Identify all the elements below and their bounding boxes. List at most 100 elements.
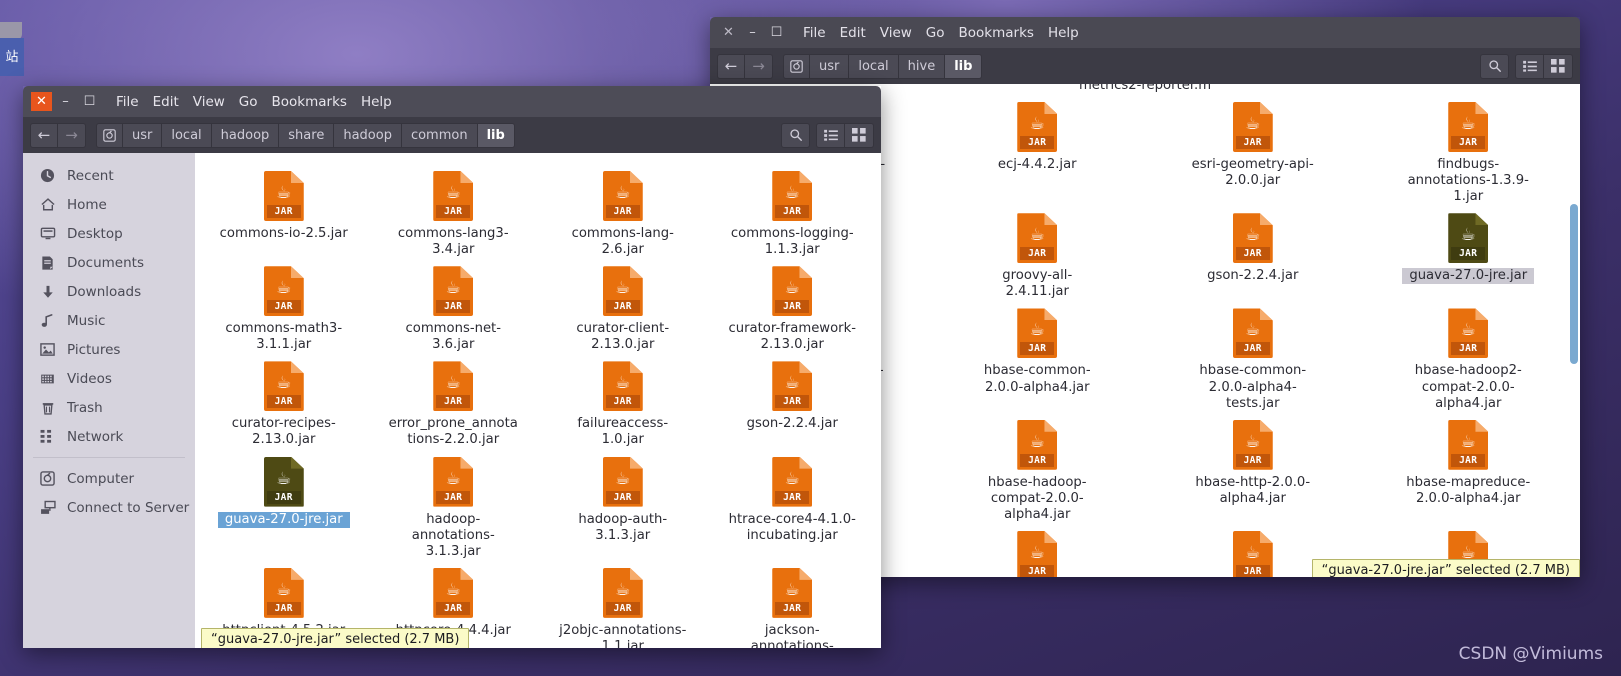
window1-menu-go[interactable]: Go bbox=[239, 94, 258, 110]
window1-menu-view[interactable]: View bbox=[193, 94, 225, 110]
file-item[interactable]: ☕ JAR hbase-common-2.0.0-alpha4.jar bbox=[930, 300, 1146, 411]
window2-maximize-button[interactable]: ☐ bbox=[766, 23, 787, 42]
window2-grid-view-icon[interactable] bbox=[1544, 53, 1573, 79]
window2-toolbar[interactable]: ← → usr local hive lib bbox=[710, 48, 1580, 84]
window2-breadcrumb[interactable]: usr local hive lib bbox=[783, 53, 983, 79]
window1-breadcrumb-lib[interactable]: lib bbox=[477, 122, 515, 148]
file-item[interactable]: ☕ JAR guava-27.0-jre.jar bbox=[1361, 205, 1577, 300]
file-item[interactable]: ☕ JAR hadoop-annotations-3.1.3.jar bbox=[369, 449, 539, 560]
file-item[interactable]: ☕ JAR error_prone_annotations-2.2.0.jar bbox=[369, 353, 539, 448]
window1-file-grid[interactable]: ☕ JAR commons-io-2.5.jar ☕ JAR commons-lang3-… bbox=[195, 153, 881, 648]
sidebar-item-downloads[interactable]: Downloads bbox=[23, 277, 195, 306]
window2-menu-edit[interactable]: Edit bbox=[840, 25, 866, 41]
sidebar-item-desktop[interactable]: Desktop bbox=[23, 219, 195, 248]
window1-menu-file[interactable]: File bbox=[116, 94, 139, 110]
window1-minimize-button[interactable]: – bbox=[55, 92, 76, 111]
file-item[interactable]: ☕ JAR curator-recipes-2.13.0.jar bbox=[199, 353, 369, 448]
window1-breadcrumb-hadoop[interactable]: hadoop bbox=[211, 122, 280, 148]
file-item[interactable]: ☕ JAR gson-2.2.4.jar bbox=[708, 353, 878, 448]
sidebar-item-home[interactable]: Home bbox=[23, 190, 195, 219]
window2-scrollbar-thumb[interactable] bbox=[1570, 204, 1578, 364]
file-item[interactable]: ☕ JAR ecj-4.4.2.jar bbox=[930, 94, 1146, 205]
window1-grid-view-icon[interactable] bbox=[845, 122, 874, 148]
window1-titlebar[interactable]: ✕ – ☐ File Edit View Go Bookmarks Help bbox=[23, 86, 881, 117]
sidebar-item-music[interactable]: Music bbox=[23, 306, 195, 335]
window2-search-icon[interactable] bbox=[1480, 53, 1509, 79]
launcher-site-icon[interactable]: 站 bbox=[0, 38, 24, 76]
window2-breadcrumb-hive[interactable]: hive bbox=[898, 53, 946, 79]
window1-back-button[interactable]: ← bbox=[30, 122, 58, 148]
window1-breadcrumb-common[interactable]: common bbox=[401, 122, 478, 148]
window1-breadcrumb-computer-icon[interactable] bbox=[96, 122, 123, 148]
file-item[interactable]: ☕ JAR curator-framework-2.13.0.jar bbox=[708, 258, 878, 353]
file-item[interactable]: ☕ JAR htrace-core4-4.1.0-incubating.jar bbox=[708, 449, 878, 560]
file-item[interactable]: ☕ JAR commons-logging-1.1.3.jar bbox=[708, 163, 878, 258]
file-item[interactable]: ☕ JAR hbase-hadoop-compat-2.0.0-alpha4.jar bbox=[930, 412, 1146, 523]
window2-forward-button[interactable]: → bbox=[745, 53, 773, 79]
window1-maximize-button[interactable]: ☐ bbox=[79, 92, 100, 111]
window2-list-view-icon[interactable] bbox=[1515, 53, 1544, 79]
file-item[interactable]: ☕ JAR curator-client-2.13.0.jar bbox=[538, 258, 708, 353]
window1-file-area[interactable]: ☕ JAR commons-io-2.5.jar ☕ JAR commons-lang3-… bbox=[195, 153, 881, 648]
window1-breadcrumb-share[interactable]: share bbox=[279, 122, 335, 148]
sidebar-item-connect-to-server[interactable]: Connect to Server bbox=[23, 493, 195, 522]
file-item[interactable]: ☕ JAR guava-27.0-jre.jar bbox=[199, 449, 369, 560]
window2-back-button[interactable]: ← bbox=[717, 53, 745, 79]
window1-menu-help[interactable]: Help bbox=[361, 94, 392, 110]
window2-breadcrumb-usr[interactable]: usr bbox=[810, 53, 850, 79]
file-item[interactable]: ☕ JAR hadoop-auth-3.1.3.jar bbox=[538, 449, 708, 560]
file-item[interactable]: ☕ JAR esri-geometry-api-2.0.0.jar bbox=[1145, 94, 1361, 205]
window1-search-icon[interactable] bbox=[781, 122, 810, 148]
file-item[interactable]: ☕JARhbase-metrics-api- bbox=[930, 523, 1146, 577]
window2-breadcrumb-local[interactable]: local bbox=[849, 53, 899, 79]
window1-view-toggle[interactable] bbox=[816, 122, 874, 148]
file-item[interactable]: ☕ JAR commons-net-3.6.jar bbox=[369, 258, 539, 353]
window1-breadcrumb-local[interactable]: local bbox=[162, 122, 212, 148]
window1-forward-button[interactable]: → bbox=[58, 122, 86, 148]
window2-breadcrumb-lib[interactable]: lib bbox=[945, 53, 983, 79]
file-item[interactable]: ☕JAR jackson-annotations-2.7.8.jar bbox=[708, 560, 878, 648]
file-item[interactable]: ☕ JAR failureaccess-1.0.jar bbox=[538, 353, 708, 448]
sidebar-places-list[interactable]: Recent Home Desktop Documents Downloads Music… bbox=[23, 161, 195, 451]
window2-menu-help[interactable]: Help bbox=[1048, 25, 1079, 41]
window1-breadcrumb-usr[interactable]: usr bbox=[123, 122, 163, 148]
window1-breadcrumb-hadoop2[interactable]: hadoop bbox=[334, 122, 402, 148]
file-item[interactable]: ☕ JAR groovy-all-2.4.11.jar bbox=[930, 205, 1146, 300]
window1-sidebar[interactable]: Recent Home Desktop Documents Downloads Music… bbox=[23, 153, 195, 648]
window1-breadcrumb[interactable]: usr local hadoop share hadoop common lib bbox=[96, 122, 515, 148]
sidebar-item-pictures[interactable]: Pictures bbox=[23, 335, 195, 364]
file-item[interactable]: ☕ JAR hbase-mapreduce-2.0.0-alpha4.jar bbox=[1361, 412, 1577, 523]
window2-menu-file[interactable]: File bbox=[803, 25, 826, 41]
file-item[interactable]: ☕ JAR commons-io-2.5.jar bbox=[199, 163, 369, 258]
window2-menu-view[interactable]: View bbox=[880, 25, 912, 41]
file-item[interactable]: ☕ JAR hbase-http-2.0.0-alpha4.jar bbox=[1145, 412, 1361, 523]
file-item[interactable]: ☕ JAR gson-2.2.4.jar bbox=[1145, 205, 1361, 300]
window1-menu-edit[interactable]: Edit bbox=[153, 94, 179, 110]
window2-menu-bookmarks[interactable]: Bookmarks bbox=[959, 25, 1034, 41]
window2-view-toggle[interactable] bbox=[1515, 53, 1573, 79]
file-manager-window-hadoop[interactable]: ✕ – ☐ File Edit View Go Bookmarks Help ←… bbox=[23, 86, 881, 648]
sidebar-item-computer[interactable]: Computer bbox=[23, 464, 195, 493]
window1-list-view-icon[interactable] bbox=[816, 122, 845, 148]
file-item[interactable]: ☕ JAR findbugs-annotations-1.3.9-1.jar bbox=[1361, 94, 1577, 205]
file-item[interactable]: ☕ JAR hbase-hadoop2-compat-2.0.0-alpha4.ja… bbox=[1361, 300, 1577, 411]
window2-minimize-button[interactable]: – bbox=[742, 23, 763, 42]
window2-menubar[interactable]: File Edit View Go Bookmarks Help bbox=[803, 25, 1079, 41]
file-item[interactable]: ☕ JAR j2objc-annotations-1.1.jar bbox=[538, 560, 708, 648]
file-item[interactable]: ☕ JAR commons-lang3-3.4.jar bbox=[369, 163, 539, 258]
sidebar-item-recent[interactable]: Recent bbox=[23, 161, 195, 190]
window2-close-button[interactable]: ✕ bbox=[718, 23, 739, 42]
window1-close-button[interactable]: ✕ bbox=[31, 92, 52, 111]
sidebar-item-videos[interactable]: Videos bbox=[23, 364, 195, 393]
sidebar-item-trash[interactable]: Trash bbox=[23, 393, 195, 422]
window2-vertical-scrollbar[interactable] bbox=[1567, 84, 1580, 577]
file-item[interactable]: ☕ JAR commons-lang-2.6.jar bbox=[538, 163, 708, 258]
window1-menubar[interactable]: File Edit View Go Bookmarks Help bbox=[116, 94, 392, 110]
window2-breadcrumb-computer-icon[interactable] bbox=[783, 53, 810, 79]
sidebar-item-network[interactable]: Network bbox=[23, 422, 195, 451]
window2-titlebar[interactable]: ✕ – ☐ File Edit View Go Bookmarks Help bbox=[710, 17, 1580, 48]
sidebar-item-documents[interactable]: Documents bbox=[23, 248, 195, 277]
window1-toolbar[interactable]: ← → usr local hadoop share hadoop common… bbox=[23, 117, 881, 153]
window2-menu-go[interactable]: Go bbox=[926, 25, 945, 41]
file-item[interactable]: ☕ JAR hbase-common-2.0.0-alpha4-tests.jar bbox=[1145, 300, 1361, 411]
